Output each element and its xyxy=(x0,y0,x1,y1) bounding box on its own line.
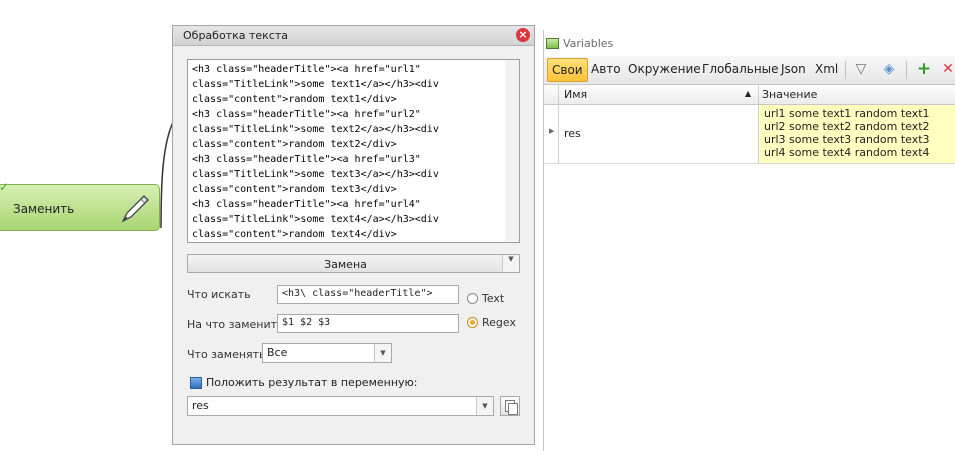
sort-asc-icon[interactable]: ▲ xyxy=(745,89,751,98)
table-row[interactable]: ▶ res url1 some text1 random text1 url2 … xyxy=(544,105,955,164)
toolbar-separator xyxy=(845,61,846,79)
radio-regex[interactable]: Regex xyxy=(467,316,516,329)
column-value[interactable]: Значение xyxy=(762,88,817,101)
operation-value: Замена xyxy=(324,258,367,271)
source-line: <h3 class="headerTitle"><a href="url4" xyxy=(192,199,421,210)
chevron-down-icon[interactable]: ▼ xyxy=(502,255,519,272)
what-replace-select[interactable]: Все ▼ xyxy=(262,343,392,363)
delete-icon[interactable]: ✕ xyxy=(940,61,955,77)
source-line: <h3 class="headerTitle"><a href="url2" xyxy=(192,109,421,120)
replace-label: На что заменить xyxy=(187,318,284,331)
radio-regex-label: Regex xyxy=(482,316,516,329)
variables-icon xyxy=(546,38,559,49)
source-line: class="content">random text3</div> xyxy=(192,184,397,195)
tab-own[interactable]: Свои xyxy=(547,58,588,82)
grid-header: Имя ▲ Значение xyxy=(544,85,955,105)
tab-environment[interactable]: Окружение xyxy=(628,62,701,76)
what-replace-value: Все xyxy=(267,346,288,359)
replace-action-node[interactable]: ✓ Заменить xyxy=(0,180,160,231)
replace-input[interactable]: $1 $2 $3 xyxy=(277,314,459,333)
copy-icon[interactable] xyxy=(500,396,520,416)
pen-icon xyxy=(121,195,149,223)
variable-value-line: url2 some text2 random text2 xyxy=(764,120,930,133)
source-line: class="TitleLink">some text1</a></h3><di… xyxy=(192,79,439,90)
variables-toolbar: Свои Авто Окружение Глобальные Json Xml … xyxy=(544,56,955,85)
radio-regex-dot[interactable] xyxy=(467,317,478,328)
source-line: class="TitleLink">some text3</a></h3><di… xyxy=(192,169,439,180)
find-input[interactable]: <h3\ class="headerTitle"> xyxy=(277,285,459,304)
source-line: class="content">random text2</div> xyxy=(192,139,397,150)
tab-auto[interactable]: Авто xyxy=(591,62,621,76)
radio-text-label: Text xyxy=(482,292,505,305)
variables-header: Variables xyxy=(546,37,613,50)
variable-value-line: url1 some text1 random text1 xyxy=(764,107,930,120)
filter-icon[interactable]: ▽ xyxy=(853,61,869,77)
chevron-down-icon[interactable]: ▼ xyxy=(476,397,493,415)
save-to-variable-checkbox[interactable]: Положить результат в переменную: xyxy=(190,376,418,389)
find-label: Что искать xyxy=(187,288,251,301)
dialog-titlebar[interactable]: Обработка текста × xyxy=(173,26,534,46)
source-text-area[interactable]: <h3 class="headerTitle"><a href="url1" c… xyxy=(187,59,520,243)
variables-title: Variables xyxy=(563,37,614,50)
source-line: class="content">random text1</div> xyxy=(192,94,397,105)
source-line: <h3 class="headerTitle"><a href="url1" xyxy=(192,64,421,75)
tab-xml[interactable]: Xml xyxy=(815,62,838,76)
variable-value-line: url4 some text4 random text4 xyxy=(764,146,930,159)
expand-row-icon[interactable]: ▶ xyxy=(549,127,554,135)
variable-value-line: url3 some text3 random text3 xyxy=(764,133,930,146)
source-line: class="TitleLink">some text4</a></h3><di… xyxy=(192,214,439,225)
dialog-title: Обработка текста xyxy=(183,29,288,42)
variable-value[interactable]: url1 some text1 random text1 url2 some t… xyxy=(758,105,955,163)
source-line: class="content">random text4</div> xyxy=(192,229,397,240)
checkbox-box[interactable] xyxy=(190,376,202,389)
tab-global[interactable]: Глобальные xyxy=(702,62,779,76)
variables-panel: Variables Свои Авто Окружение Глобальные… xyxy=(543,30,955,451)
add-icon[interactable]: + xyxy=(916,61,932,78)
column-divider xyxy=(758,85,759,104)
save-to-variable-label: Положить результат в переменную: xyxy=(206,376,418,389)
radio-text-dot[interactable] xyxy=(467,293,478,304)
text-scrollbar[interactable] xyxy=(505,60,519,242)
node-label: Заменить xyxy=(13,202,75,216)
eraser-icon[interactable]: ◈ xyxy=(881,61,897,77)
result-variable-select[interactable]: res ▼ xyxy=(187,396,494,416)
source-line: <h3 class="headerTitle"><a href="url3" xyxy=(192,154,421,165)
what-replace-label: Что заменять xyxy=(187,348,266,361)
tab-json[interactable]: Json xyxy=(781,62,806,76)
text-processing-dialog: Обработка текста × <h3 class="headerTitl… xyxy=(172,25,535,445)
source-line: class="TitleLink">some text2</a></h3><di… xyxy=(192,124,439,135)
column-name[interactable]: Имя xyxy=(564,88,587,101)
operation-select[interactable]: Замена ▼ xyxy=(187,254,520,273)
radio-text[interactable]: Text xyxy=(467,292,504,305)
variable-name: res xyxy=(564,127,581,140)
result-variable-value: res xyxy=(192,399,209,412)
toolbar-separator xyxy=(906,61,907,79)
check-icon: ✓ xyxy=(0,180,10,194)
chevron-down-icon[interactable]: ▼ xyxy=(374,344,391,362)
close-icon[interactable]: × xyxy=(516,28,530,42)
